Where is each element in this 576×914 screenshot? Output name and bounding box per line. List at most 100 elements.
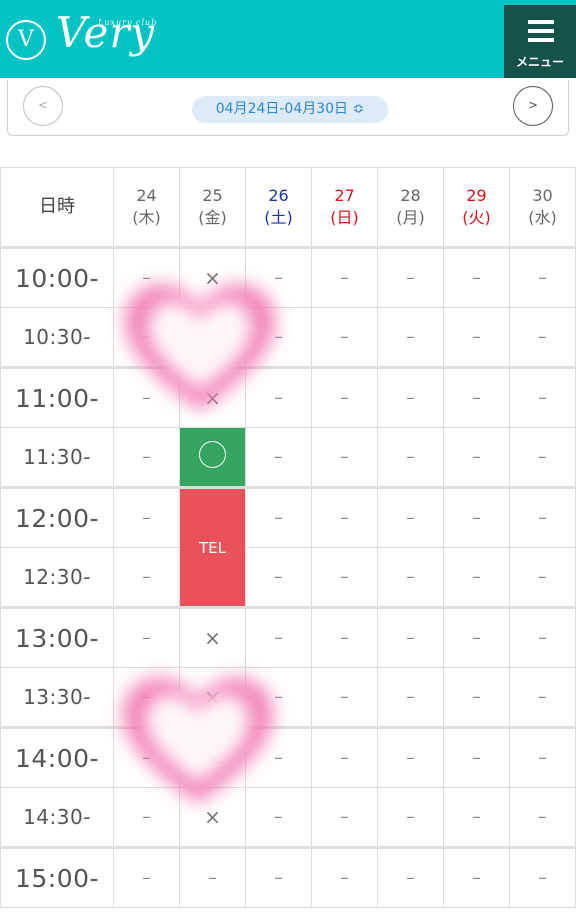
time-row: 11:30- – – – – – –	[0, 427, 576, 488]
unavailable-slot: –	[509, 246, 576, 308]
unavailable-slot: –	[443, 726, 510, 788]
datetime-header: 日時	[0, 167, 114, 248]
time-row: 10:30- – × – – – – –	[0, 307, 576, 368]
menu-button[interactable]: メニュー	[504, 5, 576, 78]
day-number: 24	[136, 186, 157, 205]
unavailable-slot: –	[113, 606, 180, 668]
day-weekday: (火)	[462, 208, 491, 227]
booked-slot: ×	[179, 246, 246, 308]
time-label: 13:30-	[0, 667, 114, 728]
time-row: 13:00- – × – – – – –	[0, 606, 576, 668]
unavailable-slot: –	[245, 547, 312, 608]
unavailable-slot: –	[377, 846, 444, 908]
unavailable-slot: –	[443, 667, 510, 728]
day-weekday: (金)	[198, 208, 227, 227]
unavailable-slot: –	[113, 427, 180, 488]
time-label: 11:30-	[0, 427, 114, 488]
booked-slot: ×	[179, 366, 246, 428]
unavailable-slot: –	[311, 547, 378, 608]
unavailable-slot: –	[443, 606, 510, 668]
prev-week-button[interactable]: <	[23, 86, 63, 126]
unavailable-slot: –	[311, 486, 378, 548]
unavailable-slot: –	[443, 307, 510, 368]
available-circle-icon	[199, 441, 226, 468]
unavailable-slot: –	[509, 427, 576, 488]
time-row: 14:00- – × – – – – –	[0, 726, 576, 788]
tel-slot-button[interactable]: TEL	[179, 486, 246, 608]
day-weekday: (木)	[132, 208, 161, 227]
unavailable-slot: –	[377, 427, 444, 488]
day-header-4: 28 (月)	[377, 167, 444, 248]
unavailable-slot: –	[113, 307, 180, 368]
unavailable-slot: –	[377, 667, 444, 728]
unavailable-slot: –	[245, 427, 312, 488]
unavailable-slot: –	[245, 486, 312, 548]
time-row: 12:00- – TEL – – – – –	[0, 486, 576, 608]
unavailable-slot: –	[245, 366, 312, 428]
booked-slot: ×	[179, 726, 246, 788]
booked-slot: ×	[179, 787, 246, 848]
time-label: 13:00-	[0, 606, 114, 668]
unavailable-slot: –	[377, 366, 444, 428]
unavailable-slot: –	[113, 787, 180, 848]
unavailable-slot: –	[311, 366, 378, 428]
unavailable-slot: –	[113, 486, 180, 548]
logo-emblem: V	[6, 20, 46, 60]
day-header-0: 24 (木)	[113, 167, 180, 248]
unavailable-slot: –	[245, 606, 312, 668]
unavailable-slot: –	[113, 246, 180, 308]
unavailable-slot: –	[245, 787, 312, 848]
unavailable-slot: –	[509, 307, 576, 368]
week-range-select[interactable]: 04月24日-04月30日 ≎	[192, 96, 388, 123]
booked-slot: ×	[179, 667, 246, 728]
unavailable-slot: –	[311, 307, 378, 368]
unavailable-slot: –	[377, 307, 444, 368]
unavailable-slot: –	[311, 606, 378, 668]
day-number: 26	[268, 186, 289, 205]
time-label: 12:30-	[0, 547, 114, 608]
day-weekday: (土)	[264, 208, 293, 227]
day-weekday: (水)	[528, 208, 557, 227]
logo-wordmark: Very	[56, 8, 156, 57]
unavailable-slot: –	[443, 787, 510, 848]
day-number: 29	[466, 186, 487, 205]
time-label: 14:30-	[0, 787, 114, 848]
unavailable-slot: –	[245, 307, 312, 368]
hamburger-icon	[528, 20, 554, 42]
available-slot-button[interactable]	[179, 427, 246, 488]
time-label: 14:00-	[0, 726, 114, 788]
unavailable-slot: –	[245, 726, 312, 788]
unavailable-slot: –	[443, 427, 510, 488]
schedule-body: 10:00- – × – – – – –10:30- – × – – – – –11:00- – × – – – – –1…	[0, 246, 576, 908]
unavailable-slot: –	[113, 846, 180, 908]
day-weekday: (日)	[330, 208, 359, 227]
unavailable-slot: –	[509, 547, 576, 608]
day-header-5: 29 (火)	[443, 167, 510, 248]
unavailable-slot: –	[245, 667, 312, 728]
unavailable-slot: –	[311, 667, 378, 728]
day-header-3: 27 (日)	[311, 167, 378, 248]
unavailable-slot: –	[311, 427, 378, 488]
time-label: 12:00-	[0, 486, 114, 548]
unavailable-slot: –	[377, 547, 444, 608]
menu-label: メニュー	[515, 55, 564, 69]
unavailable-slot: –	[311, 246, 378, 308]
unavailable-slot: –	[443, 846, 510, 908]
booked-slot: ×	[179, 606, 246, 668]
time-row: 12:30- – – – – – –	[0, 547, 576, 608]
unavailable-slot: –	[443, 366, 510, 428]
unavailable-slot: –	[509, 606, 576, 668]
unavailable-slot: –	[113, 726, 180, 788]
app-header: V Very Luxury club メニュー	[0, 0, 576, 78]
unavailable-slot: –	[377, 246, 444, 308]
next-week-button[interactable]: >	[513, 86, 553, 126]
time-label: 10:00-	[0, 246, 114, 308]
booked-slot: ×	[179, 307, 246, 368]
unavailable-slot: –	[509, 486, 576, 548]
week-navigator: < 04月24日-04月30日 ≎ >	[7, 80, 569, 136]
logo-tagline: Luxury club	[98, 18, 158, 27]
unavailable-slot: –	[245, 246, 312, 308]
day-header-2: 26 (土)	[245, 167, 312, 248]
schedule-header-row: 日時 24 (木) 25 (金) 26 (土) 27 (日) 28 (月) 29 (火) 30 (水)	[0, 167, 576, 248]
unavailable-slot: –	[311, 787, 378, 848]
